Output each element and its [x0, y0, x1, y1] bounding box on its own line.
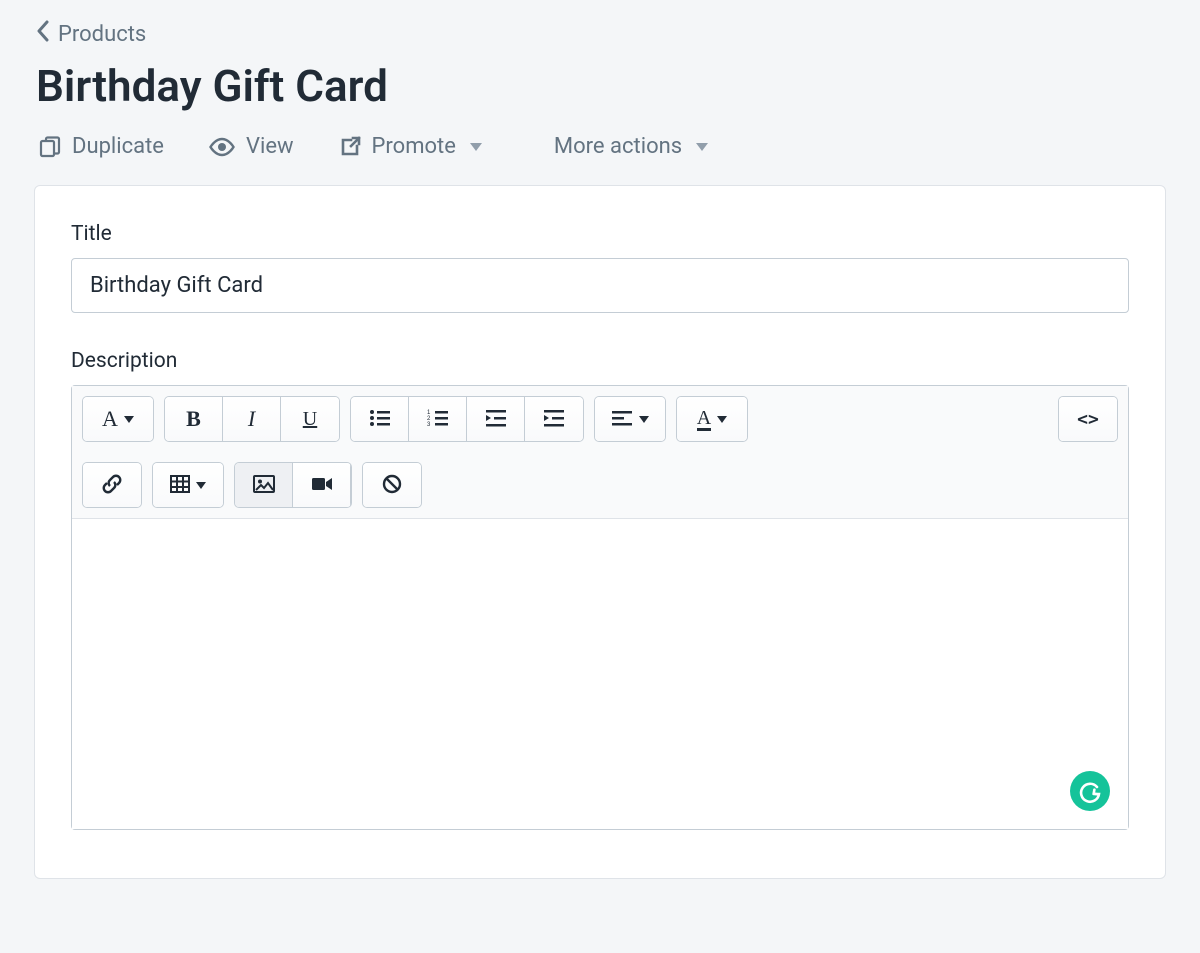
bold-icon: B: [186, 406, 201, 432]
indent-button[interactable]: [525, 397, 583, 441]
external-link-icon: [338, 135, 362, 159]
code-icon: <>: [1077, 409, 1099, 430]
text-color-icon: A: [697, 408, 711, 431]
italic-button[interactable]: I: [223, 397, 281, 441]
more-actions-label: More actions: [554, 134, 682, 159]
outdent-button[interactable]: [467, 397, 525, 441]
editor-toolbar: A B I U 123: [72, 386, 1128, 519]
outdent-icon: [485, 409, 507, 430]
underline-button[interactable]: U: [281, 397, 339, 441]
duplicate-icon: [38, 135, 62, 159]
caret-down-icon: [639, 416, 649, 423]
table-icon: [170, 475, 190, 496]
duplicate-label: Duplicate: [72, 134, 164, 159]
more-actions[interactable]: More actions: [554, 134, 708, 159]
html-view-button[interactable]: <>: [1059, 397, 1117, 441]
numbered-list-button[interactable]: 123: [409, 397, 467, 441]
view-label: View: [246, 134, 294, 159]
promote-label: Promote: [372, 134, 456, 159]
indent-icon: [543, 409, 565, 430]
action-bar: Duplicate View Promote More actions: [0, 112, 1200, 185]
align-left-icon: [611, 410, 633, 429]
page-title: Birthday Gift Card: [0, 48, 1200, 112]
caret-down-icon: [470, 143, 482, 151]
underline-icon: U: [303, 408, 317, 431]
view-action[interactable]: View: [208, 134, 294, 159]
align-dropdown-button[interactable]: [595, 397, 665, 441]
text-color-dropdown-button[interactable]: A: [677, 397, 747, 441]
video-icon: [311, 476, 333, 495]
eye-icon: [208, 137, 236, 157]
promote-action[interactable]: Promote: [338, 134, 482, 159]
caret-down-icon: [196, 482, 206, 489]
clear-formatting-icon: [382, 474, 402, 497]
numbered-list-icon: 123: [427, 409, 449, 430]
breadcrumb[interactable]: Products: [0, 0, 1200, 48]
insert-table-dropdown-button[interactable]: [153, 463, 223, 507]
image-icon: [253, 475, 275, 496]
caret-down-icon: [717, 416, 727, 423]
insert-link-button[interactable]: [83, 463, 141, 507]
format-dropdown-button[interactable]: A: [83, 397, 153, 441]
bullet-list-button[interactable]: [351, 397, 409, 441]
caret-down-icon: [696, 143, 708, 151]
bullet-list-icon: [369, 409, 391, 430]
product-card: Title Description A B I U: [34, 185, 1166, 879]
title-input[interactable]: [71, 258, 1129, 313]
insert-image-button[interactable]: [235, 463, 293, 507]
breadcrumb-label: Products: [58, 22, 146, 47]
format-icon: A: [102, 406, 118, 432]
rich-text-editor: A B I U 123: [71, 385, 1129, 830]
grammarly-icon: [1077, 778, 1103, 804]
link-icon: [101, 473, 123, 498]
svg-text:3: 3: [427, 422, 431, 427]
italic-icon: I: [248, 406, 255, 432]
editor-content-area[interactable]: [72, 519, 1128, 829]
caret-down-icon: [124, 416, 134, 423]
chevron-left-icon: [36, 20, 50, 48]
insert-video-button[interactable]: [293, 463, 351, 507]
grammarly-badge[interactable]: [1070, 771, 1110, 811]
title-field-label: Title: [71, 222, 1129, 246]
description-field-label: Description: [71, 349, 1129, 373]
clear-formatting-button[interactable]: [363, 463, 421, 507]
bold-button[interactable]: B: [165, 397, 223, 441]
duplicate-action[interactable]: Duplicate: [38, 134, 164, 159]
